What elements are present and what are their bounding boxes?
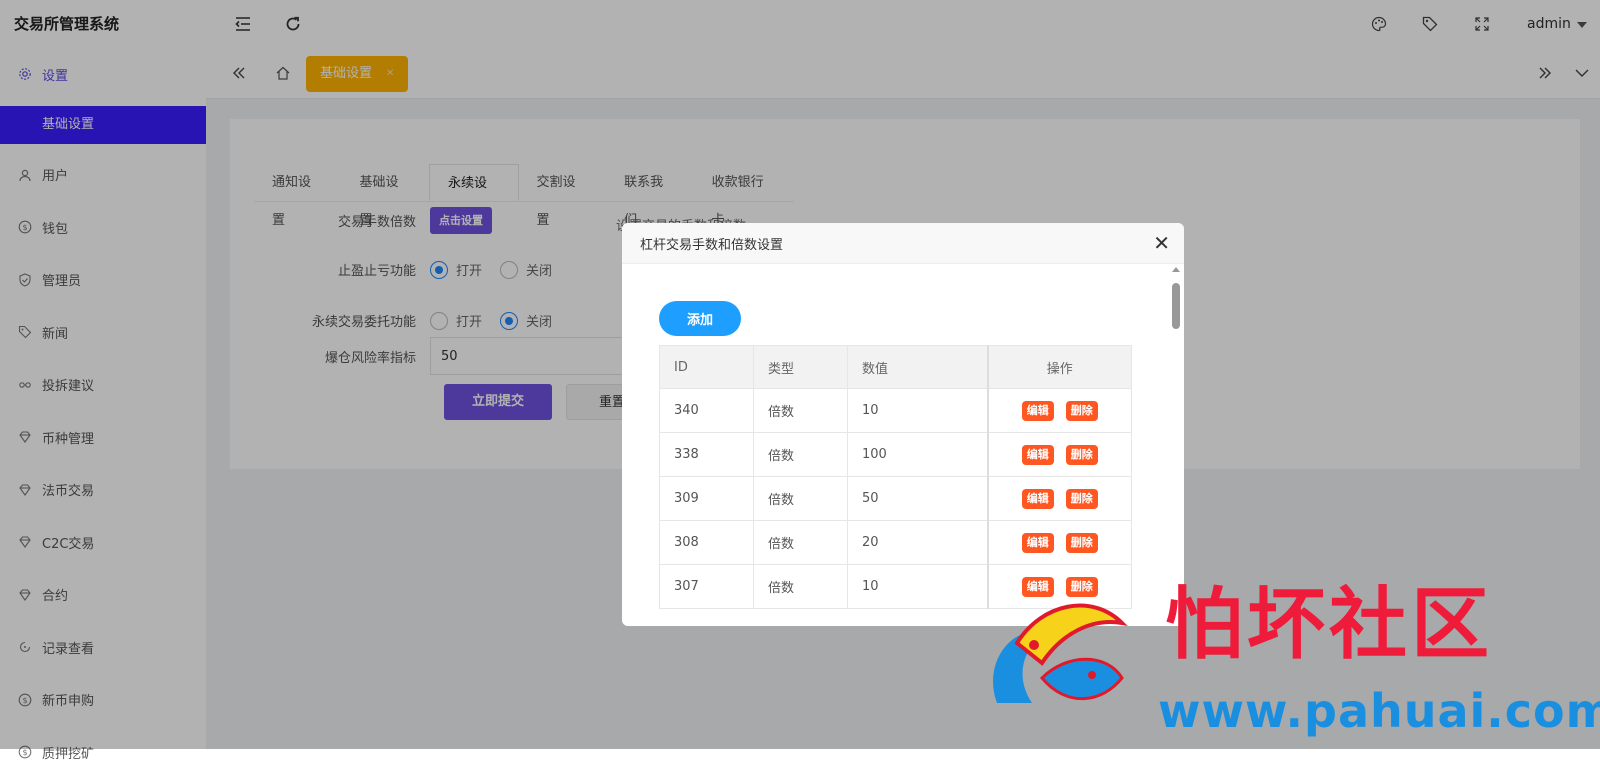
col-value: 数值 xyxy=(848,346,988,389)
delete-button[interactable]: 删除 xyxy=(1066,533,1098,553)
delete-button[interactable]: 删除 xyxy=(1066,445,1098,465)
cell-actions: 编辑删除 xyxy=(988,477,1132,521)
table-row: 340 倍数 10 编辑删除 xyxy=(660,389,1132,433)
cell-actions: 编辑删除 xyxy=(988,389,1132,433)
svg-text:$: $ xyxy=(22,748,27,757)
cell-value: 10 xyxy=(848,565,988,609)
table-row: 309 倍数 50 编辑删除 xyxy=(660,477,1132,521)
cell-type: 倍数 xyxy=(754,389,848,433)
watermark-url: www.pahuai.com xyxy=(1158,686,1600,736)
scroll-up-icon[interactable] xyxy=(1172,267,1180,272)
dialog-title: 杠杆交易手数和倍数设置 xyxy=(640,234,783,253)
dialog-header: 杠杆交易手数和倍数设置 xyxy=(622,223,1184,264)
cell-id: 308 xyxy=(660,521,754,565)
watermark-logo xyxy=(972,583,1142,733)
edit-button[interactable]: 编辑 xyxy=(1022,445,1054,465)
scrollbar-thumb[interactable] xyxy=(1172,283,1180,329)
leverage-table: ID 类型 数值 操作 340 倍数 10 编辑删除 338 倍数 100 编辑… xyxy=(659,345,1132,609)
table-row: 338 倍数 100 编辑删除 xyxy=(660,433,1132,477)
cell-id: 307 xyxy=(660,565,754,609)
add-button[interactable]: 添加 xyxy=(659,301,741,336)
cell-id: 309 xyxy=(660,477,754,521)
delete-button[interactable]: 删除 xyxy=(1066,401,1098,421)
table-row: 308 倍数 20 编辑删除 xyxy=(660,521,1132,565)
cell-type: 倍数 xyxy=(754,521,848,565)
close-icon[interactable]: ✕ xyxy=(1153,233,1170,253)
cell-id: 340 xyxy=(660,389,754,433)
edit-button[interactable]: 编辑 xyxy=(1022,401,1054,421)
cell-id: 338 xyxy=(660,433,754,477)
table-header-row: ID 类型 数值 操作 xyxy=(660,346,1132,389)
cell-value: 50 xyxy=(848,477,988,521)
leverage-settings-dialog: 杠杆交易手数和倍数设置 ✕ 添加 ID 类型 数值 操作 340 倍数 10 编… xyxy=(622,223,1184,626)
cell-type: 倍数 xyxy=(754,565,848,609)
dialog-scrollbar[interactable] xyxy=(1170,265,1182,626)
cell-value: 10 xyxy=(848,389,988,433)
col-type: 类型 xyxy=(754,346,848,389)
edit-button[interactable]: 编辑 xyxy=(1022,489,1054,509)
delete-button[interactable]: 删除 xyxy=(1066,489,1098,509)
edit-button[interactable]: 编辑 xyxy=(1022,533,1054,553)
watermark-text: 怕坏社区 xyxy=(1165,585,1493,665)
cell-value: 20 xyxy=(848,521,988,565)
cell-type: 倍数 xyxy=(754,433,848,477)
cell-actions: 编辑删除 xyxy=(988,521,1132,565)
cell-type: 倍数 xyxy=(754,477,848,521)
col-id: ID xyxy=(660,346,754,389)
cell-actions: 编辑删除 xyxy=(988,433,1132,477)
cell-value: 100 xyxy=(848,433,988,477)
col-actions: 操作 xyxy=(988,346,1132,389)
